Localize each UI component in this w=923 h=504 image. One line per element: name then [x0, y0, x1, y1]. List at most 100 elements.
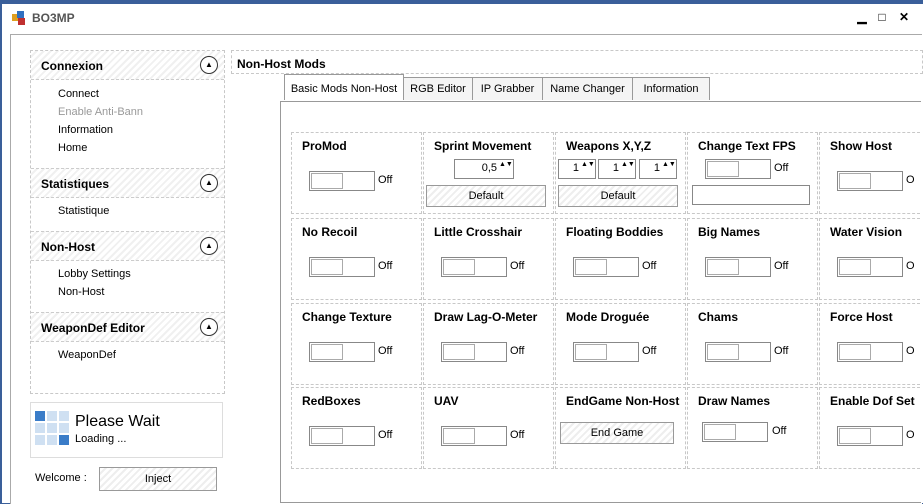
client-area: Connexion ▲ Connect Enable Anti-Bann Inf…	[10, 34, 923, 504]
uav-toggle[interactable]	[441, 426, 507, 446]
cell-title: Mode Droguée	[566, 310, 650, 324]
end-game-button[interactable]: End Game	[560, 422, 674, 444]
toggle-state: Off	[378, 260, 393, 272]
section-weapondef-editor: WeaponDef Editor ▲	[31, 312, 224, 342]
cell-title: Draw Names	[698, 394, 771, 408]
cell-enable-dof-set: Enable Dof Set O	[819, 387, 920, 469]
section-title: Statistiques	[41, 177, 110, 191]
collapse-icon[interactable]: ▲	[200, 237, 218, 255]
crosshair-toggle[interactable]	[441, 257, 507, 277]
cell-title: No Recoil	[302, 225, 358, 239]
cell-mode-droguee: Mode Droguée Off	[555, 303, 686, 385]
cell-draw-names: Draw Names Off	[687, 387, 818, 469]
loading-title: Please Wait	[75, 413, 160, 430]
inject-button[interactable]: Inject	[99, 467, 217, 491]
cell-water-vision: Water Vision O	[819, 218, 920, 300]
weapon-z-stepper[interactable]: 1 ▲▼	[639, 159, 677, 179]
cell-redboxes: RedBoxes Off	[291, 387, 422, 469]
spin-arrows-icon[interactable]: ▲▼	[499, 160, 513, 169]
sidebar-item-home[interactable]: Home	[58, 142, 87, 154]
cell-title: Water Vision	[830, 225, 903, 239]
cell-title: Weapons X,Y,Z	[566, 139, 652, 153]
toggle-state: Off	[510, 260, 525, 272]
redboxes-toggle[interactable]	[309, 426, 375, 446]
cell-sprint-movement: Sprint Movement 0,5 ▲▼ Default	[423, 132, 554, 214]
sidebar-item-anti-bann[interactable]: Enable Anti-Bann	[58, 106, 143, 118]
sprint-stepper[interactable]: 0,5 ▲▼	[454, 159, 514, 179]
show-host-toggle[interactable]	[837, 171, 903, 191]
cell-title: Change Texture	[302, 310, 392, 324]
cell-promod: ProMod Off	[291, 132, 422, 214]
toggle-state: O	[906, 174, 915, 186]
chams-toggle[interactable]	[705, 342, 771, 362]
floating-toggle[interactable]	[573, 257, 639, 277]
spin-arrows-icon[interactable]: ▲▼	[581, 160, 595, 169]
tab-basic-mods[interactable]: Basic Mods Non-Host	[284, 74, 404, 100]
tab-information[interactable]: Information	[632, 77, 710, 100]
cell-endgame-non-host: EndGame Non-Host End Game	[555, 387, 686, 469]
force-host-toggle[interactable]	[837, 342, 903, 362]
sidebar-item-lobby-settings[interactable]: Lobby Settings	[58, 268, 131, 280]
water-toggle[interactable]	[837, 257, 903, 277]
toggle-state: O	[906, 345, 915, 357]
sprint-default-button[interactable]: Default	[426, 185, 546, 207]
tab-name-changer[interactable]: Name Changer	[542, 77, 633, 100]
page-title: Non-Host Mods	[237, 57, 326, 71]
title-bar: BO3MP ▁ □ ✕	[2, 4, 923, 32]
cell-title: Force Host	[830, 310, 893, 324]
draw-names-toggle[interactable]	[702, 422, 768, 442]
cell-show-host: Show Host O	[819, 132, 920, 214]
loading-subtitle: Loading ...	[75, 433, 127, 445]
loading-icon	[35, 411, 69, 445]
section-title: WeaponDef Editor	[41, 321, 145, 335]
toggle-state: Off	[378, 429, 393, 441]
minimize-button[interactable]: ▁	[854, 10, 870, 24]
close-button[interactable]: ✕	[896, 10, 912, 24]
promod-toggle[interactable]	[309, 171, 375, 191]
tab-ip-grabber[interactable]: IP Grabber	[472, 77, 543, 100]
cell-title: Enable Dof Set	[830, 394, 915, 408]
toggle-state: Off	[774, 260, 789, 272]
weapon-y-stepper[interactable]: 1 ▲▼	[598, 159, 636, 179]
window-title: BO3MP	[32, 11, 75, 25]
toggle-state: Off	[510, 429, 525, 441]
weapon-x-stepper[interactable]: 1 ▲▼	[558, 159, 596, 179]
cell-change-texture: Change Texture Off	[291, 303, 422, 385]
toggle-state: O	[906, 429, 915, 441]
cell-title: Little Crosshair	[434, 225, 523, 239]
collapse-icon[interactable]: ▲	[200, 318, 218, 336]
cell-chams: Chams Off	[687, 303, 818, 385]
spin-arrows-icon[interactable]: ▲▼	[621, 160, 635, 169]
cell-weapons-xyz: Weapons X,Y,Z 1 ▲▼ 1 ▲▼ 1 ▲▼ Default	[555, 132, 686, 214]
cell-title: Show Host	[830, 139, 892, 153]
toggle-state: Off	[642, 260, 657, 272]
collapse-icon[interactable]: ▲	[200, 56, 218, 74]
maximize-button[interactable]: □	[874, 10, 890, 24]
droguee-toggle[interactable]	[573, 342, 639, 362]
sidebar-item-information[interactable]: Information	[58, 124, 113, 136]
spin-arrows-icon[interactable]: ▲▼	[662, 160, 676, 169]
tab-rgb-editor[interactable]: RGB Editor	[403, 77, 473, 100]
no-recoil-toggle[interactable]	[309, 257, 375, 277]
section-statistiques: Statistiques ▲	[31, 168, 224, 198]
sidebar-item-statistique[interactable]: Statistique	[58, 205, 109, 217]
cell-title: Chams	[698, 310, 739, 324]
weapons-default-button[interactable]: Default	[558, 185, 678, 207]
texture-toggle[interactable]	[309, 342, 375, 362]
collapse-icon[interactable]: ▲	[200, 174, 218, 192]
fps-text-input[interactable]	[692, 185, 810, 205]
cell-title: RedBoxes	[302, 394, 361, 408]
lag-toggle[interactable]	[441, 342, 507, 362]
sidebar-item-non-host[interactable]: Non-Host	[58, 286, 104, 298]
cell-title: EndGame Non-Host	[566, 394, 680, 408]
cell-title: Floating Boddies	[566, 225, 664, 239]
section-title: Connexion	[41, 59, 103, 73]
section-title: Non-Host	[41, 240, 95, 254]
loading-panel: Please Wait Loading ...	[30, 402, 223, 458]
dof-toggle[interactable]	[837, 426, 903, 446]
sidebar-item-weapondef[interactable]: WeaponDef	[58, 349, 116, 361]
big-names-toggle[interactable]	[705, 257, 771, 277]
fps-toggle[interactable]	[705, 159, 771, 179]
sidebar-item-connect[interactable]: Connect	[58, 88, 99, 100]
toggle-state: Off	[772, 425, 787, 437]
